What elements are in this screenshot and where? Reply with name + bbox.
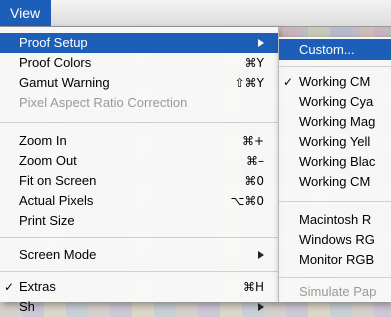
view-menu: Proof Setup Proof Colors ⌘Y Gamut Warnin… bbox=[0, 27, 279, 314]
menu-item-label: Custom... bbox=[299, 42, 355, 57]
menu-item-shortcut: ⌘Y bbox=[244, 56, 264, 70]
menu-item-label: Windows RG bbox=[299, 232, 375, 247]
menu-item-shortcut: ⌘– bbox=[246, 154, 264, 168]
menu-item-label: Zoom In bbox=[19, 133, 67, 148]
checkmark-icon: ✓ bbox=[4, 280, 15, 294]
submenu-arrow-icon bbox=[258, 303, 264, 311]
menu-item-zoom-out[interactable]: Zoom Out ⌘– bbox=[0, 151, 278, 171]
submenu-arrow-icon bbox=[258, 39, 264, 47]
menu-item-label: Proof Setup bbox=[19, 35, 88, 50]
menu-separator bbox=[279, 277, 391, 278]
menu-item-show[interactable]: Sh bbox=[0, 297, 278, 317]
menu-item-print-size[interactable]: Print Size bbox=[0, 211, 278, 231]
menu-item-label: Sh bbox=[19, 299, 35, 314]
menu-item-extras[interactable]: ✓ Extras ⌘H bbox=[0, 277, 278, 297]
menu-item-shortcut: ⌘H bbox=[242, 280, 264, 294]
menu-item-shortcut: ⌘0 bbox=[244, 174, 264, 188]
menu-separator bbox=[279, 201, 391, 202]
menu-item-zoom-in[interactable]: Zoom In ⌘+ bbox=[0, 131, 278, 151]
menu-item-label: Simulate Pap bbox=[299, 284, 377, 299]
menu-separator bbox=[0, 122, 278, 123]
submenu-item-working-magenta[interactable]: Working Mag bbox=[279, 112, 391, 132]
menu-item-label: Gamut Warning bbox=[19, 75, 110, 90]
submenu-item-working-cmyk[interactable]: ✓ Working CM bbox=[279, 72, 391, 92]
menu-item-label: Working Cya bbox=[299, 94, 374, 109]
menu-item-label: Actual Pixels bbox=[19, 193, 94, 208]
submenu-item-working-cmy-plates[interactable]: Working CM bbox=[279, 172, 391, 192]
menu-item-proof-setup[interactable]: Proof Setup bbox=[0, 33, 278, 53]
menu-item-label: Macintosh R bbox=[299, 212, 372, 227]
submenu-item-working-black[interactable]: Working Blac bbox=[279, 152, 391, 172]
submenu-item-windows-rgb[interactable]: Windows RG bbox=[279, 230, 391, 250]
proof-setup-submenu: Custom... ✓ Working CM Working Cya Worki… bbox=[278, 37, 391, 302]
menu-item-screen-mode[interactable]: Screen Mode bbox=[0, 245, 278, 265]
menu-item-shortcut: ⌥⌘0 bbox=[230, 194, 264, 208]
menu-item-label: Working CM bbox=[299, 74, 371, 89]
menu-item-proof-colors[interactable]: Proof Colors ⌘Y bbox=[0, 53, 278, 73]
menu-item-actual-pixels[interactable]: Actual Pixels ⌥⌘0 bbox=[0, 191, 278, 211]
menu-item-fit-on-screen[interactable]: Fit on Screen ⌘0 bbox=[0, 171, 278, 191]
menu-item-label: Zoom Out bbox=[19, 153, 77, 168]
menu-item-label: Monitor RGB bbox=[299, 252, 375, 267]
menu-item-gamut-warning[interactable]: Gamut Warning ⇧⌘Y bbox=[0, 73, 278, 93]
submenu-item-simulate-paper-color: Simulate Pap bbox=[279, 282, 391, 302]
submenu-item-monitor-rgb[interactable]: Monitor RGB bbox=[279, 250, 391, 270]
menu-item-pixel-aspect-ratio-correction: Pixel Aspect Ratio Correction bbox=[0, 93, 278, 113]
submenu-item-working-yellow[interactable]: Working Yell bbox=[279, 132, 391, 152]
menu-item-label: Working Blac bbox=[299, 154, 376, 169]
menu-item-label: Print Size bbox=[19, 213, 75, 228]
checkmark-icon: ✓ bbox=[283, 75, 294, 89]
submenu-item-working-cyan[interactable]: Working Cya bbox=[279, 92, 391, 112]
submenu-item-macintosh-rgb[interactable]: Macintosh R bbox=[279, 210, 391, 230]
menu-item-label: Working CM bbox=[299, 174, 371, 189]
menu-item-label: Pixel Aspect Ratio Correction bbox=[19, 95, 188, 110]
menu-item-shortcut: ⌘+ bbox=[241, 134, 264, 148]
menu-separator bbox=[0, 271, 278, 272]
menu-item-label: Screen Mode bbox=[19, 247, 97, 262]
menu-item-label: Working Yell bbox=[299, 134, 371, 149]
menu-item-label: Fit on Screen bbox=[19, 173, 97, 188]
view-menu-title[interactable]: View bbox=[0, 0, 52, 26]
submenu-item-custom[interactable]: Custom... bbox=[279, 39, 391, 60]
menu-item-shortcut: ⇧⌘Y bbox=[234, 76, 264, 90]
menu-separator bbox=[279, 66, 391, 67]
menu-item-label: Extras bbox=[19, 279, 56, 294]
menu-item-label: Working Mag bbox=[299, 114, 376, 129]
menu-separator bbox=[0, 237, 278, 238]
menu-bar: View bbox=[0, 0, 391, 27]
menu-item-label: Proof Colors bbox=[19, 55, 92, 70]
submenu-arrow-icon bbox=[258, 251, 264, 259]
